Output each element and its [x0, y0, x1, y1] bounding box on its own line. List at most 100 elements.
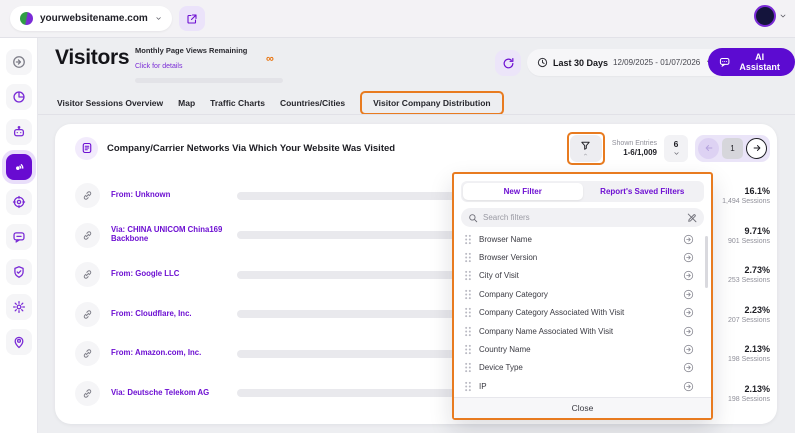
- sidebar-item-settings-gear[interactable]: [6, 294, 32, 320]
- quota-label: Monthly Page Views Remaining: [135, 46, 285, 55]
- page-size-select[interactable]: 6: [664, 135, 688, 162]
- ai-assistant-button[interactable]: AI Assistant: [708, 48, 795, 76]
- filter-item-device-type[interactable]: Device Type: [461, 359, 704, 377]
- quota-details-link[interactable]: Click for details: [135, 63, 182, 70]
- link-icon: [75, 223, 100, 248]
- network-label[interactable]: Via: Deutsche Telekom AG: [111, 389, 237, 398]
- filter-item-city-of-visit[interactable]: City of Visit: [461, 267, 704, 285]
- arrow-right-circle-icon[interactable]: [683, 252, 694, 263]
- drag-handle-icon[interactable]: [464, 307, 472, 318]
- tab-visitor-company-distribution[interactable]: Visitor Company Distribution: [360, 91, 503, 115]
- card-header: Company/Carrier Networks Via Which Your …: [55, 124, 777, 172]
- filter-item-browser-version[interactable]: Browser Version: [461, 248, 704, 266]
- arrow-right-circle-icon[interactable]: [683, 381, 694, 392]
- sidebar-item-target[interactable]: [6, 189, 32, 215]
- filter-item-company-category-associated-with-visit[interactable]: Company Category Associated With Visit: [461, 304, 704, 322]
- filter-item-company-name-associated-with-visit[interactable]: Company Name Associated With Visit: [461, 322, 704, 340]
- sidebar-item-location-user[interactable]: [6, 329, 32, 355]
- refresh-icon: [502, 57, 515, 70]
- network-label[interactable]: From: Unknown: [111, 191, 237, 200]
- arrow-right-circle-icon[interactable]: [683, 362, 694, 373]
- sidebar-item-visitors-radar[interactable]: [6, 154, 32, 180]
- close-button[interactable]: Close: [454, 397, 711, 418]
- network-label[interactable]: From: Cloudflare, Inc.: [111, 310, 237, 319]
- arrow-right-circle-icon[interactable]: [683, 326, 694, 337]
- filter-panel-tabs: New FilterReport's Saved Filters: [461, 181, 704, 202]
- quota-widget: Monthly Page Views Remaining Click for d…: [135, 46, 285, 83]
- network-label[interactable]: From: Google LLC: [111, 270, 237, 279]
- link-icon: [75, 183, 100, 208]
- network-label[interactable]: From: Amazon.com, Inc.: [111, 349, 237, 358]
- location-user-icon: [12, 335, 26, 349]
- search-input[interactable]: [483, 213, 682, 222]
- chevron-down-icon: [779, 12, 787, 20]
- tab-visitor-sessions-overview[interactable]: Visitor Sessions Overview: [57, 98, 163, 108]
- sidebar-item-analytics-pie[interactable]: [6, 84, 32, 110]
- drag-handle-icon[interactable]: [464, 381, 472, 392]
- target-icon: [12, 195, 26, 209]
- filter-item-label: Country Name: [479, 345, 531, 354]
- topbar: yourwebsitename.com: [0, 0, 795, 38]
- drag-handle-icon[interactable]: [464, 289, 472, 300]
- tab-map[interactable]: Map: [178, 98, 195, 108]
- drag-handle-icon[interactable]: [464, 344, 472, 355]
- scrollbar-thumb[interactable]: [705, 236, 708, 288]
- drag-handle-icon[interactable]: [464, 234, 472, 245]
- arrow-right-circle-icon[interactable]: [683, 234, 694, 245]
- filter-button[interactable]: [570, 135, 602, 162]
- filter-tab-report-s-saved-filters[interactable]: Report's Saved Filters: [583, 183, 703, 200]
- card-controls: Shown Entries 1-6/1,009 6 1: [567, 132, 770, 165]
- filter-item-browser-name[interactable]: Browser Name: [461, 230, 704, 248]
- filter-item-label: Company Name Associated With Visit: [479, 327, 613, 336]
- report-icon: [75, 137, 98, 160]
- tab-countries-cities[interactable]: Countries/Cities: [280, 98, 345, 108]
- refresh-button[interactable]: [495, 50, 521, 76]
- chevron-down-icon: [155, 14, 162, 23]
- user-menu[interactable]: [754, 5, 787, 27]
- drag-handle-icon[interactable]: [464, 270, 472, 281]
- next-page-button[interactable]: [746, 138, 767, 159]
- filter-item-label: Browser Name: [479, 235, 532, 244]
- filter-panel: New FilterReport's Saved Filters Browser…: [452, 172, 713, 420]
- filter-item-company-category[interactable]: Company Category: [461, 285, 704, 303]
- ai-assistant-label: AI Assistant: [735, 52, 784, 72]
- pagination: 1: [695, 135, 770, 162]
- filter-search[interactable]: [461, 208, 704, 227]
- link-icon: [75, 262, 100, 287]
- arrow-right-circle-icon[interactable]: [683, 344, 694, 355]
- arrow-right-circle-icon[interactable]: [683, 289, 694, 300]
- page-title: Visitors: [55, 46, 129, 70]
- drag-handle-icon[interactable]: [464, 252, 472, 263]
- chevron-down-icon: [673, 150, 680, 157]
- filter-item-label: City of Visit: [479, 271, 519, 280]
- sidebar-item-bot[interactable]: [6, 119, 32, 145]
- sidebar: [0, 38, 38, 433]
- pencil-off-icon: [687, 213, 697, 223]
- tab-traffic-charts[interactable]: Traffic Charts: [210, 98, 265, 108]
- drag-handle-icon[interactable]: [464, 362, 472, 373]
- shown-entries-label: Shown Entries: [612, 140, 657, 147]
- arrow-right-circle-icon[interactable]: [683, 270, 694, 281]
- sidebar-item-collapse-sidebar[interactable]: [6, 49, 32, 75]
- avatar: [754, 5, 776, 27]
- arrow-right-icon: [752, 143, 762, 153]
- arrow-right-circle-icon[interactable]: [683, 307, 694, 318]
- date-range-picker[interactable]: Last 30 Days 12/09/2025 - 01/07/2026: [527, 49, 726, 76]
- drag-handle-icon[interactable]: [464, 326, 472, 337]
- filter-tab-new-filter[interactable]: New Filter: [463, 183, 583, 200]
- filter-item-ip[interactable]: IP: [461, 377, 704, 395]
- clock-icon: [537, 57, 548, 68]
- site-name: yourwebsitename.com: [40, 13, 148, 24]
- quota-progressbar: [135, 78, 283, 83]
- chevron-up-icon: [582, 152, 589, 157]
- network-label[interactable]: Via: CHINA UNICOM China169 Backbone: [111, 226, 237, 244]
- sidebar-item-shield-check[interactable]: [6, 259, 32, 285]
- site-selector[interactable]: yourwebsitename.com: [10, 6, 172, 31]
- filter-item-country-name[interactable]: Country Name: [461, 340, 704, 358]
- shield-check-icon: [12, 265, 26, 279]
- open-website-button[interactable]: [179, 6, 205, 31]
- prev-page-button[interactable]: [698, 138, 719, 159]
- sidebar-item-chat-bubble[interactable]: [6, 224, 32, 250]
- link-icon: [75, 341, 100, 366]
- arrow-left-icon: [704, 143, 714, 153]
